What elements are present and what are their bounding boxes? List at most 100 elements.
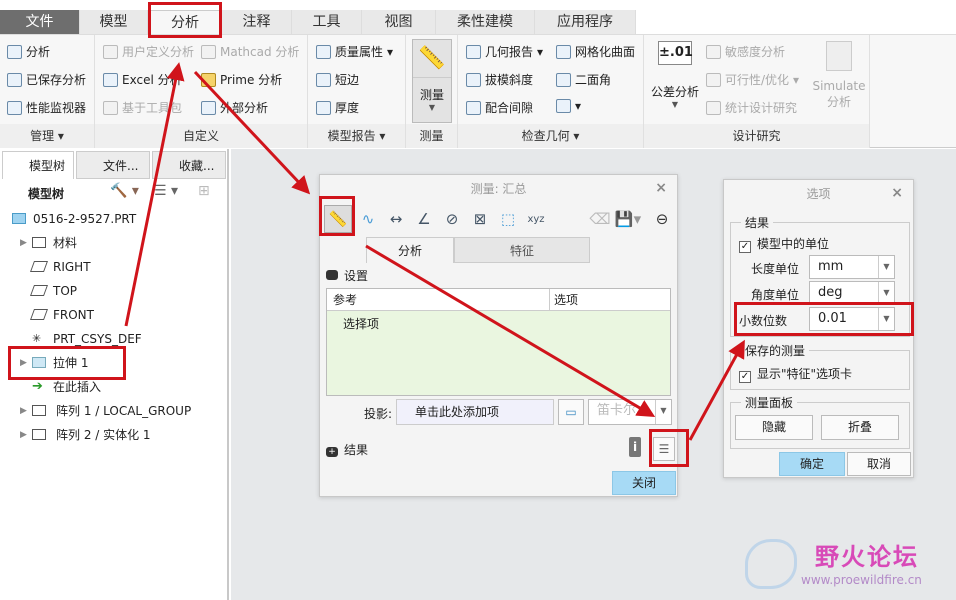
sensitivity-analysis-button[interactable]: 敏感度分析	[706, 43, 785, 60]
options-icon[interactable]: ☰	[653, 437, 675, 461]
more-inspect-button[interactable]: ▾	[556, 99, 581, 113]
tab-model[interactable]: 模型	[80, 10, 148, 34]
collapse-section-icon	[326, 270, 338, 280]
save-icon[interactable]: 💾▾	[614, 205, 642, 233]
distance-curve-icon[interactable]: ∿	[354, 205, 382, 233]
group-label-model-report[interactable]: 模型报告 ▾	[308, 124, 405, 148]
chevron-down-icon: ▼	[428, 103, 436, 112]
length-measure-icon[interactable]: 📏	[324, 205, 352, 233]
user-defined-analysis-button[interactable]: 用户定义分析	[103, 43, 194, 60]
tab-analysis[interactable]: 分析	[366, 237, 454, 263]
expand-icon[interactable]: ▶	[20, 424, 27, 446]
show-list-icon[interactable]: ☰ ▾	[154, 183, 178, 199]
group-label-inspect[interactable]: 检查几何 ▾	[458, 124, 643, 148]
label: 模型报告	[327, 129, 376, 143]
measure-button[interactable]: 📏 测量 ▼	[412, 39, 452, 123]
tree-item-front[interactable]: FRONT	[0, 304, 228, 326]
tab-applications[interactable]: 应用程序	[535, 10, 636, 34]
tree-item-part[interactable]: 0516-2-9527.PRT	[0, 208, 228, 230]
arrow-right-icon: ➔	[32, 379, 43, 394]
diameter-icon[interactable]: ⊘	[438, 205, 466, 233]
close-icon[interactable]: ×	[655, 180, 667, 196]
label: 0516-2-9527.PRT	[33, 212, 137, 226]
material-icon	[32, 237, 46, 248]
angle-unit-select[interactable]: deg ▼	[809, 281, 895, 305]
tab-analysis[interactable]: 分析	[148, 10, 222, 34]
analysis-icon	[7, 44, 22, 59]
mass-icon	[316, 44, 331, 59]
tree-item-csys[interactable]: ✳ PRT_CSYS_DEF	[0, 328, 228, 350]
checkbox-checked-icon: ✓	[739, 371, 751, 383]
tree-item-right[interactable]: RIGHT	[0, 256, 228, 278]
tab-flexible-modeling[interactable]: 柔性建模	[436, 10, 535, 34]
volume-icon[interactable]: ⬚	[494, 205, 522, 233]
tab-file[interactable]: 文件	[0, 10, 80, 34]
tab-feature[interactable]: 特征	[454, 237, 590, 263]
results-section[interactable]: + 结果	[326, 441, 368, 458]
pattern-icon	[32, 429, 46, 440]
short-edge-button[interactable]: 短边	[316, 71, 359, 88]
expand-icon[interactable]: ▶	[20, 232, 27, 254]
transform-icon[interactable]: xyz	[522, 205, 550, 233]
results-group: 结果 ✓ 模型中的单位 长度单位 mm ▼ 角度单位 deg ▼ 小数位数 0.01 ▼	[730, 214, 910, 337]
geometry-report-button[interactable]: 几何报告 ▾	[466, 43, 543, 60]
display-icon[interactable]: ▭	[558, 399, 584, 425]
angle-icon[interactable]: ∠	[410, 205, 438, 233]
hide-button[interactable]: 隐藏	[735, 415, 813, 440]
tab-tools[interactable]: 工具	[292, 10, 362, 34]
feasibility-button[interactable]: 可行性/优化 ▾	[706, 71, 799, 88]
info-icon[interactable]: i	[629, 437, 641, 457]
expand-icon[interactable]: ▶	[20, 400, 27, 422]
tree-item-top[interactable]: TOP	[0, 280, 228, 302]
cancel-button[interactable]: 取消	[847, 452, 911, 476]
thickness-button[interactable]: 厚度	[316, 99, 359, 116]
prime-analysis-button[interactable]: Prime 分析	[201, 71, 282, 88]
eraser-icon[interactable]: ⌫	[586, 205, 614, 233]
tolerance-analysis-button[interactable]: ±.01 公差分析 ▼	[648, 41, 702, 109]
distance-icon[interactable]: ↔	[382, 205, 410, 233]
area-icon[interactable]: ⊠	[466, 205, 494, 233]
ok-button[interactable]: 确定	[779, 452, 845, 476]
tree-item-material[interactable]: ▶ 材料	[0, 232, 228, 254]
projection-input[interactable]: 单击此处添加项	[396, 399, 554, 425]
external-analysis-button[interactable]: 外部分析	[201, 99, 268, 116]
tree-item-pattern-1[interactable]: ▶ 阵列 1 / LOCAL_GROUP	[0, 400, 228, 422]
units-in-model-checkbox[interactable]: ✓ 模型中的单位	[739, 235, 829, 253]
close-button[interactable]: 关闭	[612, 471, 676, 495]
mathcad-analysis-button[interactable]: Mathcad 分析	[201, 43, 299, 60]
excel-analysis-button[interactable]: Excel 分析	[103, 71, 182, 88]
tree-item-extrude[interactable]: ▶ 拉伸 1	[0, 352, 228, 374]
tree-item-pattern-2[interactable]: ▶ 阵列 2 / 实体化 1	[0, 424, 228, 446]
close-icon[interactable]: ×	[891, 185, 903, 201]
tab-favorites[interactable]: 收藏...	[152, 151, 226, 179]
saved-analysis-button[interactable]: 已保存分析	[7, 71, 86, 88]
length-unit-select[interactable]: mm ▼	[809, 255, 895, 279]
filter-icon[interactable]: ⊞	[198, 183, 210, 199]
tree-item-insert-here[interactable]: ➔ 在此插入	[0, 376, 228, 398]
settings-tools-icon[interactable]: 🔨 ▾	[110, 183, 139, 199]
expand-icon[interactable]: ▶	[20, 352, 27, 374]
tab-model-tree[interactable]: 模型树	[2, 151, 74, 179]
group-label-manage[interactable]: 管理 ▾	[0, 124, 94, 148]
mass-properties-button[interactable]: 质量属性 ▾	[316, 43, 393, 60]
statistical-study-button[interactable]: 统计设计研究	[706, 99, 797, 116]
analysis-button[interactable]: 分析	[7, 43, 50, 60]
collapse-button[interactable]: 折叠	[821, 415, 899, 440]
settings-section[interactable]: 设置	[326, 267, 368, 284]
tab-annotate[interactable]: 注释	[222, 10, 292, 34]
collapse-icon[interactable]: ⊖	[648, 205, 676, 233]
tab-view[interactable]: 视图	[362, 10, 436, 34]
simulate-analysis-button[interactable]: Simulate 分析	[812, 41, 866, 110]
decimal-places-select[interactable]: 0.01 ▼	[809, 307, 895, 331]
mesh-surface-button[interactable]: 网格化曲面	[556, 43, 635, 60]
draft-button[interactable]: 拔模斜度	[466, 71, 533, 88]
dihedral-angle-button[interactable]: 二面角	[556, 71, 611, 88]
label: 厚度	[335, 101, 360, 115]
tab-file-browser[interactable]: 文件...	[76, 151, 150, 179]
clearance-button[interactable]: 配合间隙	[466, 99, 533, 116]
show-feature-tab-checkbox[interactable]: ✓ 显示"特征"选项卡	[739, 365, 852, 383]
performance-monitor-button[interactable]: 性能监视器	[7, 99, 86, 116]
coordinate-select[interactable]: 笛卡尔 ▼	[588, 399, 672, 425]
select-item[interactable]: 选择项	[327, 311, 670, 336]
toolkit-button[interactable]: 基于工具包	[103, 99, 182, 116]
